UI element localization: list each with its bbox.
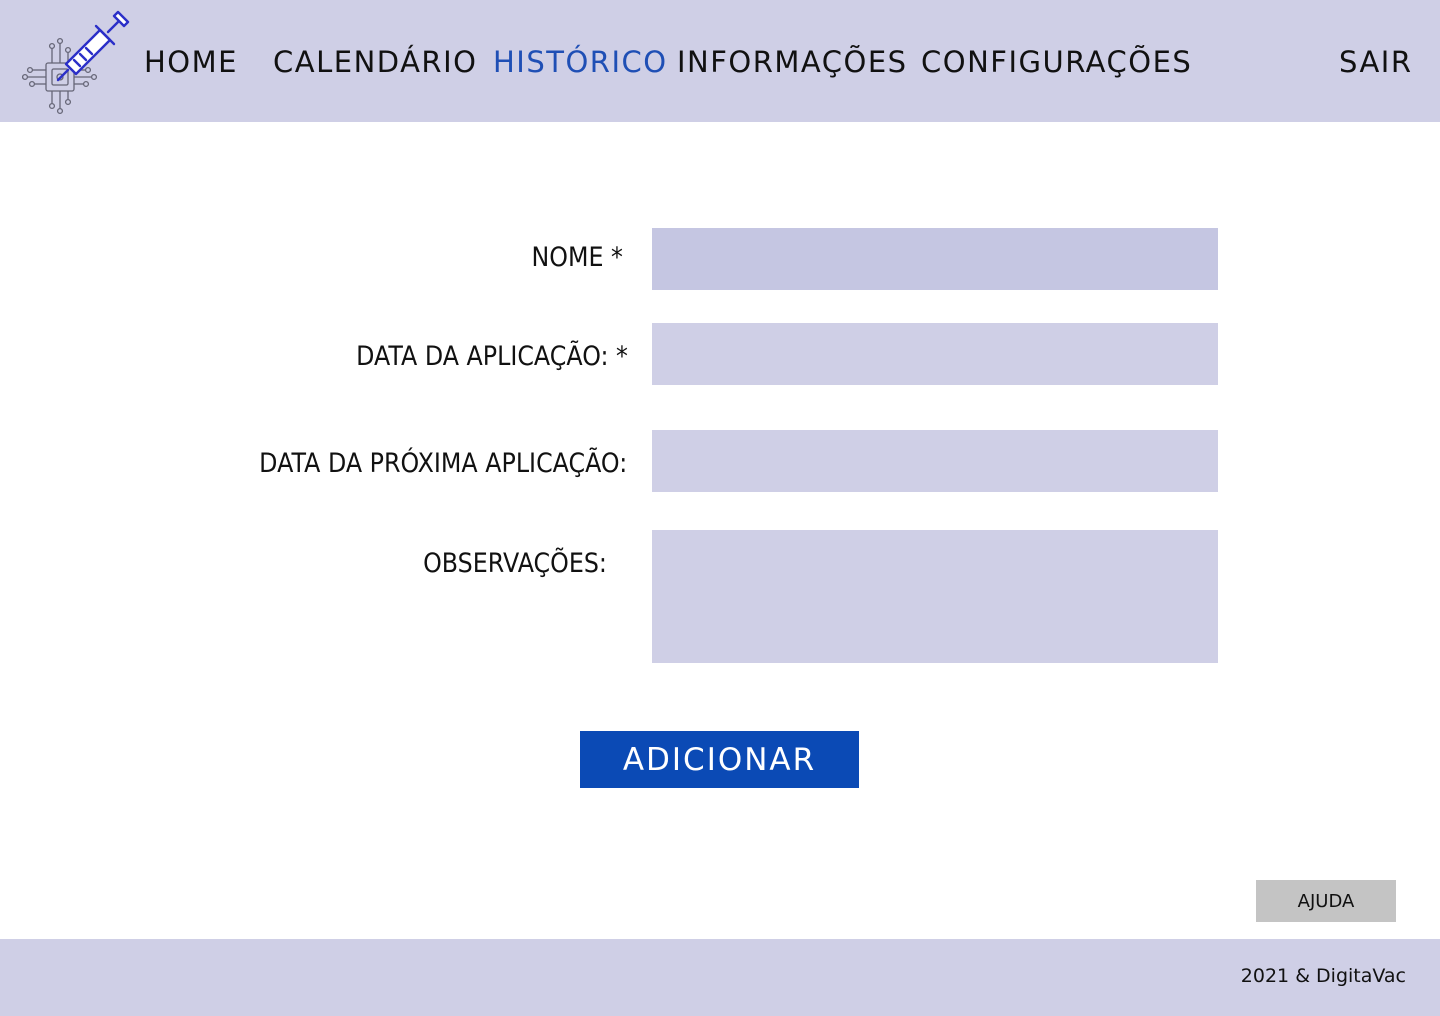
name-label: NOME *	[531, 242, 623, 273]
observations-label: OBSERVAÇÕES:	[423, 548, 607, 579]
nav-informacoes[interactable]: INFORMAÇÕES	[677, 42, 908, 82]
application-date-label: DATA DA APLICAÇÃO: *	[356, 341, 628, 372]
observations-textarea[interactable]	[652, 530, 1218, 663]
copyright-text: 2021 & DigitaVac	[1240, 965, 1406, 987]
next-application-date-label: DATA DA PRÓXIMA APLICAÇÃO:	[258, 448, 627, 479]
nav-historico[interactable]: HISTÓRICO	[493, 42, 668, 82]
nav-configuracoes[interactable]: CONFIGURAÇÕES	[921, 42, 1192, 82]
name-input[interactable]	[652, 228, 1218, 290]
top-navbar: HOME CALENDÁRIO HISTÓRICO INFORMAÇÕES CO…	[0, 0, 1440, 122]
logout-link[interactable]: SAIR	[1339, 42, 1413, 82]
application-date-input[interactable]	[652, 323, 1218, 385]
next-application-date-input[interactable]	[652, 430, 1218, 492]
footer: 2021 & DigitaVac	[0, 939, 1440, 1016]
help-button[interactable]: AJUDA	[1256, 880, 1396, 922]
add-button[interactable]: ADICIONAR	[580, 731, 859, 788]
nav-calendario[interactable]: CALENDÁRIO	[273, 42, 477, 82]
nav-home[interactable]: HOME	[144, 42, 238, 82]
syringe-circuit-icon[interactable]	[21, 8, 132, 116]
